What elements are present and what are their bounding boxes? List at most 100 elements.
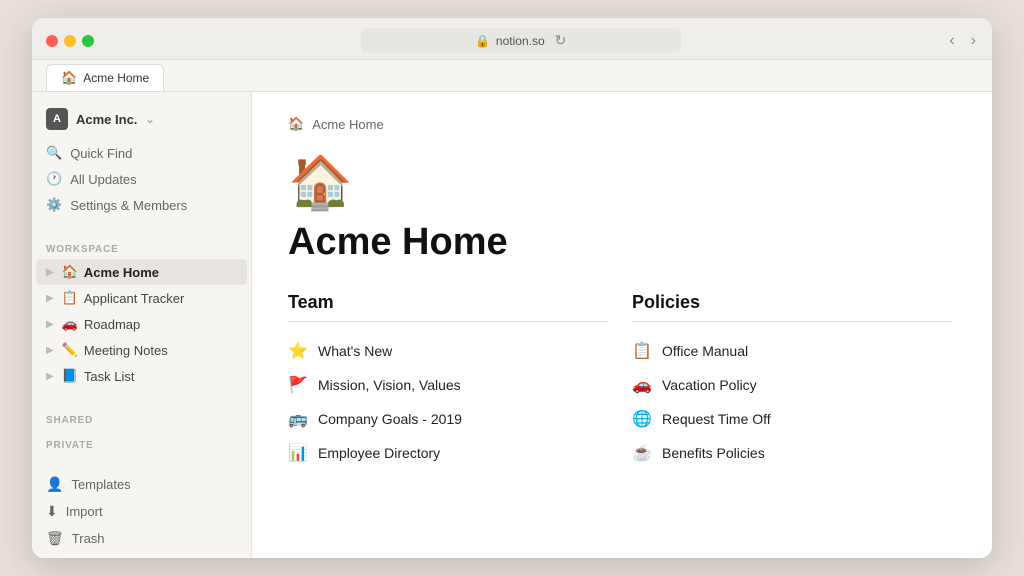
settings-label: Settings & Members	[70, 198, 187, 213]
benefits-policies-label: Benefits Policies	[662, 445, 765, 461]
content-grid: Team ⭐ What's New 🚩 Mission, Vision, Val…	[288, 292, 952, 470]
policies-heading: Policies	[632, 292, 952, 313]
link-benefits-policies[interactable]: ☕ Benefits Policies	[632, 436, 952, 470]
templates-icon: 👤	[46, 476, 63, 493]
address-text: notion.so	[496, 34, 545, 48]
company-goals-label: Company Goals - 2019	[318, 411, 462, 427]
traffic-light-red[interactable]	[46, 35, 58, 47]
tab-label: Acme Home	[83, 71, 149, 85]
back-button[interactable]: ‹	[947, 32, 956, 50]
breadcrumb-title: Acme Home	[312, 117, 384, 132]
notion-tab-icon: 🏠	[61, 70, 77, 86]
vacation-policy-label: Vacation Policy	[662, 377, 757, 393]
browser-window: 🔒 notion.so ↻ ‹ › 🏠 Acme Home A Acme	[32, 18, 992, 558]
page-emoji: 🏠	[288, 152, 952, 213]
workspace-section-label: WORKSPACE	[32, 234, 251, 259]
mission-label: Mission, Vision, Values	[318, 377, 461, 393]
link-office-manual[interactable]: 📋 Office Manual	[632, 334, 952, 368]
workspace-chevron: ⌄	[145, 113, 154, 126]
arrow-icon-meeting-notes: ▶	[46, 345, 54, 356]
benefits-policies-icon: ☕	[632, 443, 652, 463]
vacation-policy-icon: 🚗	[632, 375, 652, 395]
link-employee-directory[interactable]: 📊 Employee Directory	[288, 436, 608, 470]
team-section: Team ⭐ What's New 🚩 Mission, Vision, Val…	[288, 292, 608, 470]
link-request-time-off[interactable]: 🌐 Request Time Off	[632, 402, 952, 436]
policies-section: Policies 📋 Office Manual 🚗 Vacation Poli…	[632, 292, 952, 470]
applicant-tracker-emoji: 📋	[62, 290, 78, 306]
trash-label: Trash	[72, 531, 105, 546]
link-whats-new[interactable]: ⭐ What's New	[288, 334, 608, 368]
sidebar-item-task-list[interactable]: ▶ 📘 Task List	[36, 363, 247, 389]
browser-tab-bar: 🏠 Acme Home	[32, 59, 992, 91]
applicant-tracker-label: Applicant Tracker	[84, 291, 184, 306]
whats-new-icon: ⭐	[288, 341, 308, 361]
all-updates-label: All Updates	[70, 172, 136, 187]
task-list-emoji: 📘	[62, 368, 78, 384]
whats-new-label: What's New	[318, 343, 392, 359]
page-title: Acme Home	[288, 221, 952, 264]
workspace-name: Acme Inc.	[76, 112, 137, 127]
sidebar-item-templates[interactable]: 👤 Templates	[32, 471, 251, 498]
browser-titlebar: 🔒 notion.so ↻ ‹ ›	[32, 18, 992, 59]
address-bar-inner[interactable]: 🔒 notion.so ↻	[361, 28, 681, 53]
roadmap-label: Roadmap	[84, 317, 140, 332]
lock-icon: 🔒	[475, 34, 490, 48]
acme-home-emoji: 🏠	[62, 264, 78, 280]
policies-divider	[632, 321, 952, 322]
private-section-label: PRIVATE	[32, 430, 251, 455]
link-vacation-policy[interactable]: 🚗 Vacation Policy	[632, 368, 952, 402]
import-icon: ⬇	[46, 503, 58, 520]
sidebar-item-acme-home[interactable]: ▶ 🏠 Acme Home	[36, 259, 247, 285]
sidebar-action-quick-find[interactable]: 🔍 Quick Find	[32, 140, 251, 166]
forward-button[interactable]: ›	[969, 32, 978, 50]
templates-label: Templates	[71, 477, 130, 492]
office-manual-label: Office Manual	[662, 343, 748, 359]
office-manual-icon: 📋	[632, 341, 652, 361]
sidebar-item-meeting-notes[interactable]: ▶ ✏️ Meeting Notes	[36, 337, 247, 363]
all-updates-icon: 🕐	[46, 171, 62, 187]
browser-chrome: 🔒 notion.so ↻ ‹ › 🏠 Acme Home	[32, 18, 992, 92]
sidebar-item-roadmap[interactable]: ▶ 🚗 Roadmap	[36, 311, 247, 337]
mission-icon: 🚩	[288, 375, 308, 395]
quick-find-label: Quick Find	[70, 146, 132, 161]
app-layout: A Acme Inc. ⌄ 🔍 Quick Find 🕐 All Updates…	[32, 92, 992, 558]
settings-icon: ⚙️	[46, 197, 62, 213]
sidebar-item-trash[interactable]: 🗑 Trash	[32, 525, 251, 552]
employee-directory-icon: 📊	[288, 443, 308, 463]
trash-icon: 🗑	[46, 530, 64, 547]
main-content: 🏠 Acme Home 🏠 Acme Home Team ⭐ What's Ne…	[252, 92, 992, 558]
shared-section-label: SHARED	[32, 405, 251, 430]
workspace-header[interactable]: A Acme Inc. ⌄	[32, 104, 251, 140]
arrow-icon-applicant-tracker: ▶	[46, 293, 54, 304]
link-mission[interactable]: 🚩 Mission, Vision, Values	[288, 368, 608, 402]
sidebar: A Acme Inc. ⌄ 🔍 Quick Find 🕐 All Updates…	[32, 92, 252, 558]
address-bar: 🔒 notion.so ↻	[110, 28, 931, 53]
traffic-light-yellow[interactable]	[64, 35, 76, 47]
nav-buttons: ‹ ›	[947, 32, 978, 50]
task-list-label: Task List	[84, 369, 135, 384]
company-goals-icon: 🚌	[288, 409, 308, 429]
browser-tab[interactable]: 🏠 Acme Home	[46, 64, 164, 91]
request-time-off-label: Request Time Off	[662, 411, 771, 427]
traffic-lights	[46, 35, 94, 47]
sidebar-item-applicant-tracker[interactable]: ▶ 📋 Applicant Tracker	[36, 285, 247, 311]
arrow-icon-acme-home: ▶	[46, 267, 54, 278]
acme-home-label: Acme Home	[84, 265, 159, 280]
breadcrumb-emoji: 🏠	[288, 116, 304, 132]
meeting-notes-label: Meeting Notes	[84, 343, 168, 358]
workspace-icon: A	[46, 108, 68, 130]
request-time-off-icon: 🌐	[632, 409, 652, 429]
employee-directory-label: Employee Directory	[318, 445, 440, 461]
arrow-icon-task-list: ▶	[46, 371, 54, 382]
team-heading: Team	[288, 292, 608, 313]
traffic-light-green[interactable]	[82, 35, 94, 47]
sidebar-item-import[interactable]: ⬇ Import	[32, 498, 251, 525]
quick-find-icon: 🔍	[46, 145, 62, 161]
reload-button[interactable]: ↻	[555, 32, 567, 49]
link-company-goals[interactable]: 🚌 Company Goals - 2019	[288, 402, 608, 436]
roadmap-emoji: 🚗	[62, 316, 78, 332]
sidebar-action-settings[interactable]: ⚙️ Settings & Members	[32, 192, 251, 218]
breadcrumb: 🏠 Acme Home	[288, 116, 952, 132]
arrow-icon-roadmap: ▶	[46, 319, 54, 330]
sidebar-action-all-updates[interactable]: 🕐 All Updates	[32, 166, 251, 192]
